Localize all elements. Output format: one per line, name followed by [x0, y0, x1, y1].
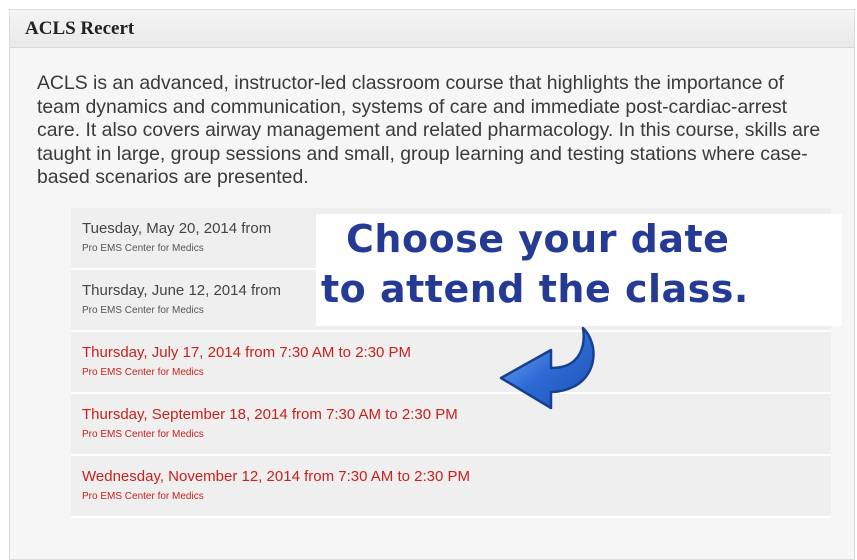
session-location: Pro EMS Center for Medics	[82, 491, 204, 502]
session-date[interactable]: Thursday, September 18, 2014 from 7:30 A…	[82, 406, 820, 424]
session-item[interactable]: Wednesday, November 12, 2014 from 7:30 A…	[71, 456, 831, 518]
callout-line-1: Choose your date	[346, 217, 730, 261]
panel-header: ACLS Recert	[10, 10, 854, 48]
callout-line-2: to attend the class.	[321, 267, 749, 311]
session-date[interactable]: Thursday, July 17, 2014 from 7:30 AM to …	[82, 344, 820, 362]
course-title: ACLS Recert	[25, 17, 135, 39]
session-location: Pro EMS Center for Medics	[82, 367, 204, 378]
callout-overlay: Choose your date to attend the class.	[316, 214, 842, 326]
session-date[interactable]: Wednesday, November 12, 2014 from 7:30 A…	[82, 468, 820, 486]
course-description: ACLS is an advanced, instructor-led clas…	[37, 72, 821, 188]
session-item[interactable]: Thursday, July 17, 2014 from 7:30 AM to …	[71, 332, 831, 394]
curved-arrow-icon	[499, 326, 595, 410]
session-item[interactable]: Thursday, September 18, 2014 from 7:30 A…	[71, 394, 831, 456]
session-location: Pro EMS Center for Medics	[82, 429, 204, 440]
panel-body: ACLS is an advanced, instructor-led clas…	[10, 48, 854, 190]
